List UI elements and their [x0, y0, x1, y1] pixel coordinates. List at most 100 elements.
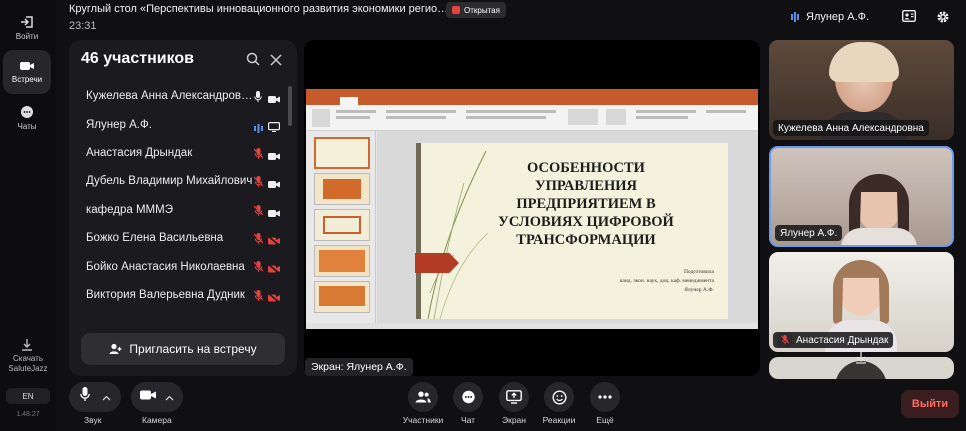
- list-item[interactable]: кафедра МММЭ: [69, 196, 297, 224]
- video-tile-active-speaker[interactable]: Ялунер А.Ф.: [769, 146, 954, 247]
- camera-label: Камера: [142, 415, 172, 425]
- language-switch[interactable]: EN: [6, 388, 50, 404]
- lock-open-icon: [452, 6, 460, 14]
- rail-login-label: Войти: [15, 32, 39, 41]
- app-version: 1.48.27: [16, 411, 40, 418]
- screen-share-button[interactable]: [499, 382, 529, 412]
- sound-label: Звук: [84, 415, 102, 425]
- meeting-time: 23:31: [69, 20, 97, 32]
- list-item[interactable]: Ялунер А.Ф.: [69, 110, 297, 138]
- exit-button[interactable]: Выйти: [901, 390, 959, 418]
- slide: ОСОБЕННОСТИ УПРАВЛЕНИЯ ПРЕДПРИЯТИЕМ В УС…: [415, 143, 728, 319]
- add-user-icon: [109, 343, 122, 354]
- microphone-off-icon: [253, 204, 264, 222]
- list-item[interactable]: Анастасия Дрындак: [69, 139, 297, 167]
- badge-label: Открытая: [464, 5, 500, 15]
- tile-name: Анастасия Дрындак: [796, 334, 889, 346]
- participant-name: Кужелева Анна Александровна: [86, 90, 253, 103]
- tile-name-label: Ялунер А.Ф.: [775, 225, 843, 241]
- ppt-title-bar: [306, 89, 758, 97]
- download-app-label[interactable]: Скачать SaluteJazz: [0, 354, 56, 374]
- rail-chats-label: Чаты: [17, 122, 37, 131]
- participant-name: кафедра МММЭ: [86, 203, 173, 216]
- rail-meetings[interactable]: Встречи: [3, 50, 51, 94]
- camera-icon: [268, 91, 280, 109]
- reactions-label: Реакции: [542, 415, 576, 425]
- rail-chats[interactable]: Чаты: [3, 96, 51, 140]
- gear-icon[interactable]: [936, 10, 950, 29]
- sound-control[interactable]: [69, 382, 121, 412]
- participant-name: Анастасия Дрындак: [86, 146, 193, 159]
- participants-button[interactable]: [408, 382, 438, 412]
- rail-login[interactable]: Войти: [3, 6, 51, 50]
- ppt-ribbon-tabs: [306, 97, 758, 105]
- chat-button[interactable]: [453, 382, 483, 412]
- microphone-icon: [254, 90, 262, 108]
- list-item[interactable]: Виктория Валерьевна Дудник: [69, 281, 297, 309]
- screen-share-view[interactable]: ОСОБЕННОСТИ УПРАВЛЕНИЯ ПРЕДПРИЯТИЕМ В УС…: [304, 40, 760, 376]
- video-tile[interactable]: Кужелева Анна Александровна: [769, 40, 954, 140]
- search-icon[interactable]: [246, 52, 260, 71]
- speaking-bars-icon: [254, 120, 263, 138]
- speaking-bars-icon: [791, 12, 799, 22]
- close-icon[interactable]: [270, 53, 282, 71]
- ppt-slide-stage: ОСОБЕННОСТИ УПРАВЛЕНИЯ ПРЕДПРИЯТИЕМ В УС…: [377, 131, 758, 323]
- powerpoint-window: ОСОБЕННОСТИ УПРАВЛЕНИЯ ПРЕДПРИЯТИЕМ В УС…: [306, 89, 758, 329]
- reactions-button[interactable]: [544, 382, 574, 412]
- left-rail: Войти Встречи Чаты Скачать SaluteJazz EN…: [0, 0, 56, 431]
- more-dots-icon: [598, 395, 612, 399]
- layout-icon[interactable]: [901, 9, 917, 27]
- more-label: Ещё: [596, 415, 614, 425]
- chevron-up-icon[interactable]: [102, 388, 111, 406]
- slide-title: ОСОБЕННОСТИ УПРАВЛЕНИЯ ПРЕДПРИЯТИЕМ В УС…: [498, 160, 674, 248]
- active-speaker: Ялунер А.Ф.: [791, 11, 869, 23]
- slide-author: Подготовила канд. экон. наук, доц. каф. …: [619, 269, 714, 293]
- microphone-off-icon: [253, 147, 264, 165]
- participants-list: Кужелева Анна Александровна Ялунер А.Ф. …: [69, 82, 297, 309]
- list-item[interactable]: Бойко Анастасия Николаевна: [69, 252, 297, 280]
- participants-panel: 46 участников Кужелева Анна Александровн…: [69, 40, 297, 376]
- tile-name-label: Кужелева Анна Александровна: [773, 120, 929, 136]
- meeting-open-badge[interactable]: Открытая: [446, 2, 506, 18]
- camera-off-icon: [267, 233, 281, 251]
- video-camera-icon[interactable]: [140, 388, 156, 406]
- chat-bubble-icon: [21, 106, 33, 118]
- more-button[interactable]: [590, 382, 620, 412]
- camera-icon: [268, 205, 280, 223]
- participants-count-title: 46 участников: [81, 50, 194, 67]
- list-item[interactable]: Кужелева Анна Александровна: [69, 82, 297, 110]
- participant-name: Бойко Анастасия Николаевна: [86, 260, 245, 273]
- list-item[interactable]: Дубель Владимир Михайлович: [69, 167, 297, 195]
- arrow-down-icon[interactable]: [855, 350, 867, 369]
- invite-button[interactable]: Пригласить на встречу: [81, 333, 285, 365]
- list-item[interactable]: Божко Елена Васильевна: [69, 224, 297, 252]
- video-tile[interactable]: Анастасия Дрындак: [769, 252, 954, 352]
- chevron-up-icon[interactable]: [165, 388, 174, 406]
- screen-label: Экран: [502, 415, 526, 425]
- invite-button-label: Пригласить на встречу: [129, 342, 257, 356]
- smile-icon: [551, 389, 567, 405]
- participant-name: Ялунер А.Ф.: [86, 118, 152, 131]
- screen-share-icon: [268, 119, 281, 137]
- chat-bubble-icon: [461, 390, 475, 403]
- users-icon: [415, 391, 431, 403]
- camera-off-icon: [267, 261, 281, 279]
- meeting-window: Войти Встречи Чаты Скачать SaluteJazz EN…: [0, 0, 966, 431]
- participants-scrollbar[interactable]: [288, 86, 292, 126]
- active-speaker-name: Ялунер А.Ф.: [806, 11, 870, 23]
- ppt-active-tab: [340, 97, 358, 105]
- camera-control[interactable]: [131, 382, 183, 412]
- participant-name: Божко Елена Васильевна: [86, 232, 224, 245]
- ppt-slide-thumbnails: [306, 131, 376, 323]
- participants-label: Участники: [402, 415, 444, 425]
- participant-name: Дубель Владимир Михайлович: [86, 175, 253, 188]
- login-icon: [21, 16, 33, 28]
- participant-name: Виктория Валерьевна Дудник: [86, 288, 245, 301]
- chat-label: Чат: [460, 415, 476, 425]
- tile-name-label-muted: Анастасия Дрындак: [773, 332, 894, 348]
- microphone-icon[interactable]: [80, 387, 90, 407]
- video-camera-icon: [20, 62, 34, 70]
- microphone-off-icon: [253, 289, 264, 307]
- ppt-status-bar: [306, 323, 758, 329]
- camera-icon: [268, 176, 280, 194]
